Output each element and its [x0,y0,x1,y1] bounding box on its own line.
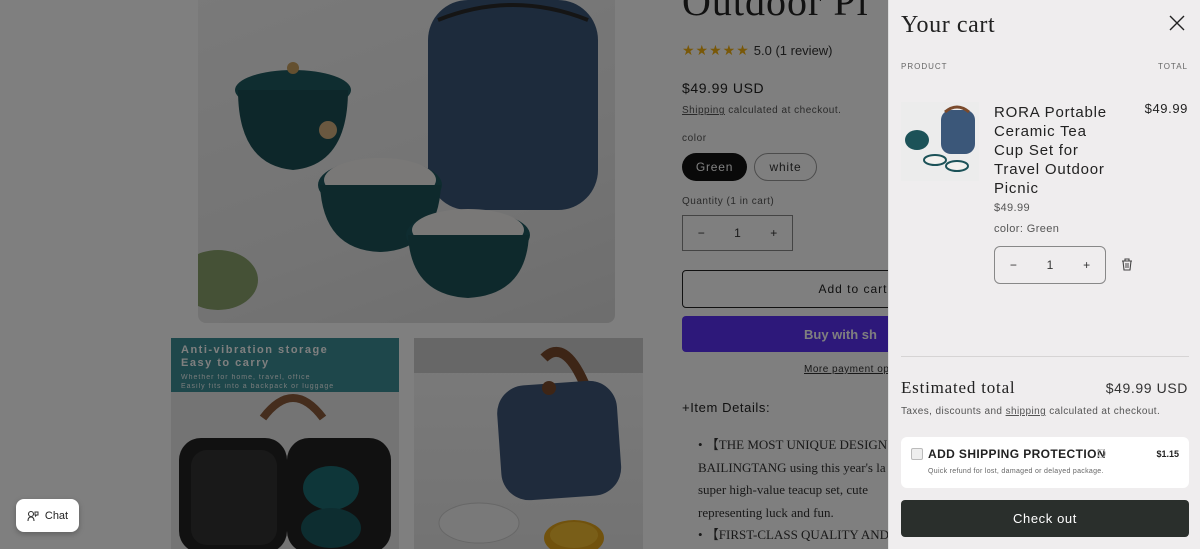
cart-item-price: $49.99 [994,202,1031,214]
cart-title: Your cart [901,12,996,38]
checkout-button[interactable]: Check out [901,500,1189,537]
protection-checkbox[interactable] [911,448,923,460]
cart-item-name[interactable]: RORA Portable Ceramic Tea Cup Set for Tr… [994,103,1114,198]
protection-subtitle: Quick refund for lost, damaged or delaye… [928,468,1104,475]
cart-quantity-value[interactable]: 1 [1047,258,1054,272]
cart-drawer: Your cart PRODUCT TOTAL RORA Portable Ce… [888,0,1200,549]
tax-note: Taxes, discounts and shipping calculated… [901,406,1160,417]
close-icon[interactable] [1168,14,1186,32]
tax-note-prefix: Taxes, discounts and [901,406,1006,417]
estimated-total-value: $49.99 USD [1105,380,1188,396]
cart-item-image[interactable] [901,102,979,181]
trash-icon[interactable] [1121,258,1133,271]
cart-overlay[interactable] [0,0,888,549]
tax-shipping-link[interactable]: shipping [1006,406,1046,417]
cart-quantity-stepper: − 1 + [994,246,1106,284]
cart-item-total: $49.99 [1144,101,1188,116]
estimated-total-label: Estimated total [901,378,1016,397]
protection-title: ADD SHIPPING PROTECTION [928,447,1106,461]
minus-icon[interactable]: − [1010,258,1017,272]
chat-label: Chat [44,509,69,522]
chat-button[interactable]: Chat [16,499,79,532]
cart-item-variant: color: Green [994,223,1060,235]
info-icon[interactable] [1097,449,1106,458]
shipping-protection-box[interactable]: ADD SHIPPING PROTECTION $1.15 Quick refu… [901,437,1189,488]
cart-divider [901,356,1189,357]
chat-icon [27,510,39,521]
plus-icon[interactable]: + [1083,258,1090,272]
tax-note-suffix: calculated at checkout. [1046,406,1161,417]
protection-amount: $1.15 [1156,449,1179,459]
column-header-product: PRODUCT [901,62,948,71]
column-header-total: TOTAL [1157,62,1188,71]
